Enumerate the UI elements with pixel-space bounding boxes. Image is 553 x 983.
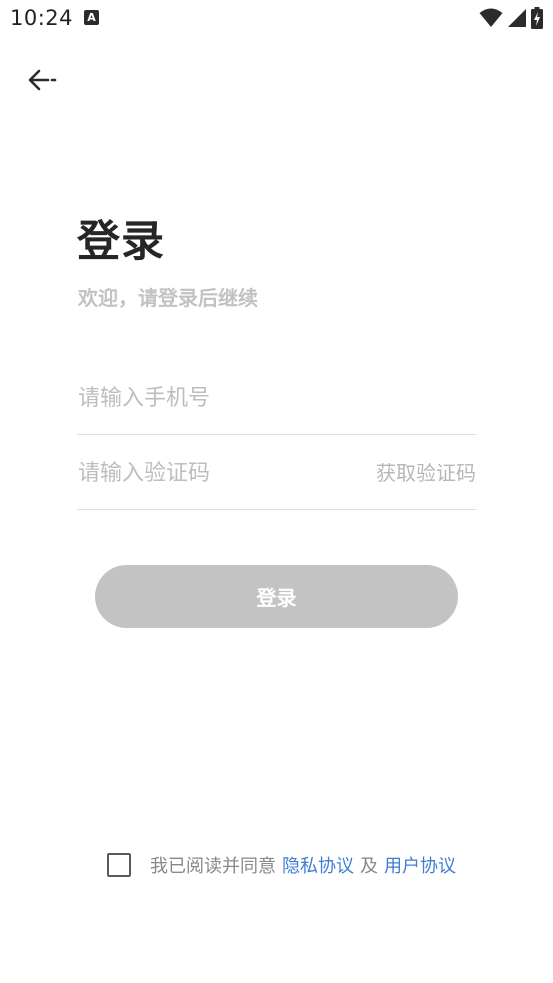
wifi-icon	[479, 8, 503, 27]
phone-input[interactable]	[78, 378, 358, 418]
back-arrow-icon	[28, 69, 57, 91]
code-input-row: 获取验证码	[77, 453, 476, 510]
status-bar: 10:24 A	[0, 0, 553, 38]
user-agreement-link[interactable]: 用户协议	[384, 852, 456, 878]
login-button[interactable]: 登录	[95, 565, 458, 628]
agreement-checkbox[interactable]	[107, 853, 131, 877]
get-code-button[interactable]: 获取验证码	[376, 459, 476, 487]
page-subtitle: 欢迎，请登录后继续	[78, 286, 258, 310]
agreement-text: 我已阅读并同意	[150, 856, 276, 877]
login-screen: 10:24 A 登录 欢迎，请登录后继续 请输入手机号 请输入验证码 获取验证码…	[0, 0, 553, 983]
status-icons	[479, 6, 543, 30]
status-time: 10:24	[10, 6, 74, 30]
verification-code-input[interactable]	[78, 453, 358, 493]
signal-icon	[508, 9, 526, 27]
privacy-policy-link[interactable]: 隐私协议	[282, 852, 354, 878]
agreement-and-text: 及	[360, 856, 378, 877]
notification-a-icon: A	[84, 10, 99, 25]
battery-charging-icon	[531, 7, 543, 29]
agreement-row: 我已阅读并同意 隐私协议 及 用户协议	[107, 849, 456, 881]
phone-input-row	[77, 378, 476, 435]
back-button[interactable]	[22, 62, 62, 98]
page-title: 登录	[77, 217, 165, 267]
